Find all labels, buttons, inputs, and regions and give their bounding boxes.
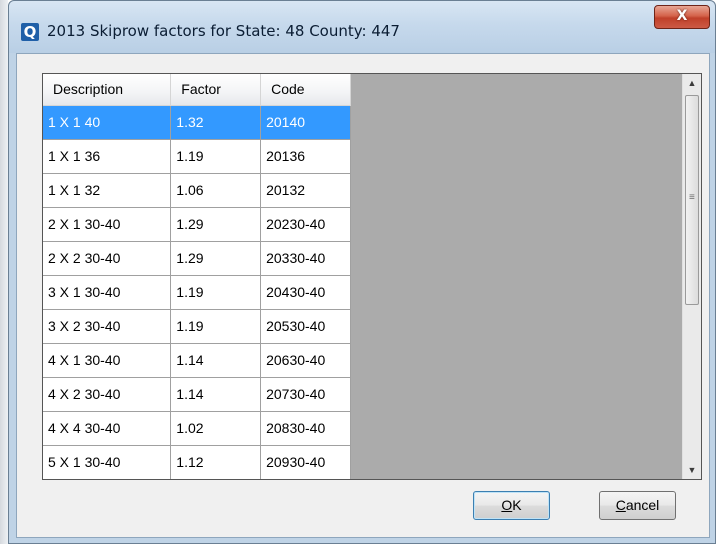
cell-code[interactable]: 20132 — [260, 173, 351, 208]
table-body: 1 X 1 40 1.32 20140 1 X 1 36 1.19 20136 1 X 1 … — [43, 105, 351, 479]
cell-factor[interactable]: 1.06 — [170, 173, 262, 208]
grid-table-area: Description Factor Code 1 X 1 40 1.32 2014… — [43, 74, 351, 479]
column-header-description[interactable]: Description — [43, 74, 172, 106]
table-row[interactable]: 1 X 1 32 1.06 20132 — [43, 173, 351, 208]
cell-description[interactable]: 1 X 1 36 — [43, 139, 172, 174]
title-bar[interactable]: Q 2013 Skiprow factors for State: 48 Cou… — [9, 1, 715, 53]
cell-factor[interactable]: 1.29 — [170, 241, 262, 276]
table-row[interactable]: 3 X 1 30-40 1.19 20430-40 — [43, 275, 351, 310]
cell-description[interactable]: 2 X 2 30-40 — [43, 241, 172, 276]
cell-factor[interactable]: 1.19 — [170, 275, 262, 310]
close-button[interactable]: X — [654, 5, 710, 29]
dialog-body: Description Factor Code 1 X 1 40 1.32 2014… — [16, 53, 710, 538]
cell-code[interactable]: 20136 — [260, 139, 351, 174]
table-row[interactable]: 1 X 1 36 1.19 20136 — [43, 139, 351, 174]
scroll-down-arrow-icon[interactable]: ▼ — [683, 461, 701, 479]
cell-factor[interactable]: 1.14 — [170, 343, 262, 378]
cancel-mnemonic: C — [615, 497, 626, 513]
cell-description[interactable]: 4 X 4 30-40 — [43, 411, 172, 446]
skiprow-factors-dialog: Q 2013 Skiprow factors for State: 48 Cou… — [8, 0, 716, 544]
cell-description[interactable]: 1 X 1 32 — [43, 173, 172, 208]
cell-factor[interactable]: 1.12 — [170, 445, 262, 479]
cell-factor[interactable]: 1.29 — [170, 207, 262, 242]
cell-factor[interactable]: 1.19 — [170, 309, 262, 344]
factors-table: Description Factor Code 1 X 1 40 1.32 2014… — [43, 74, 351, 479]
cell-code[interactable]: 20530-40 — [260, 309, 351, 344]
cell-description[interactable]: 5 X 1 30-40 — [43, 445, 172, 479]
ok-mnemonic: O — [501, 497, 513, 513]
cell-factor[interactable]: 1.32 — [170, 105, 262, 140]
cell-description[interactable]: 2 X 1 30-40 — [43, 207, 172, 242]
cell-description[interactable]: 4 X 2 30-40 — [43, 377, 172, 412]
table-row[interactable]: 5 X 1 30-40 1.12 20930-40 — [43, 445, 351, 479]
cell-code[interactable]: 20330-40 — [260, 241, 351, 276]
window-title: 2013 Skiprow factors for State: 48 Count… — [47, 22, 400, 40]
table-row[interactable]: 2 X 1 30-40 1.29 20230-40 — [43, 207, 351, 242]
scroll-grip-icon: ≡ — [689, 192, 695, 203]
scroll-up-arrow-icon[interactable]: ▲ — [683, 74, 701, 92]
cell-factor[interactable]: 1.19 — [170, 139, 262, 174]
cell-code[interactable]: 20430-40 — [260, 275, 351, 310]
ok-label-rest: K — [512, 497, 522, 513]
close-icon: X — [676, 8, 688, 24]
table-row[interactable]: 2 X 2 30-40 1.29 20330-40 — [43, 241, 351, 276]
factors-grid[interactable]: Description Factor Code 1 X 1 40 1.32 2014… — [42, 73, 702, 480]
header-row: Description Factor Code — [43, 74, 351, 106]
table-row[interactable]: 3 X 2 30-40 1.19 20530-40 — [43, 309, 351, 344]
app-logo-icon: Q — [21, 23, 39, 41]
cell-code[interactable]: 20730-40 — [260, 377, 351, 412]
cell-code[interactable]: 20230-40 — [260, 207, 351, 242]
table-row[interactable]: 4 X 2 30-40 1.14 20730-40 — [43, 377, 351, 412]
ok-button[interactable]: OK — [473, 491, 550, 520]
cancel-button[interactable]: Cancel — [599, 491, 676, 520]
cell-description[interactable]: 3 X 1 30-40 — [43, 275, 172, 310]
cell-code[interactable]: 20830-40 — [260, 411, 351, 446]
background-window-edge — [0, 0, 8, 544]
cancel-label-rest: ancel — [625, 497, 660, 513]
cell-code[interactable]: 20140 — [260, 105, 351, 140]
table-row[interactable]: 1 X 1 40 1.32 20140 — [43, 105, 351, 140]
scroll-thumb[interactable]: ≡ — [685, 95, 699, 305]
cell-description[interactable]: 4 X 1 30-40 — [43, 343, 172, 378]
cell-description[interactable]: 1 X 1 40 — [43, 105, 172, 140]
column-header-code[interactable]: Code — [260, 74, 351, 106]
cell-factor[interactable]: 1.02 — [170, 411, 262, 446]
cell-description[interactable]: 3 X 2 30-40 — [43, 309, 172, 344]
column-header-factor[interactable]: Factor — [170, 74, 262, 106]
table-row[interactable]: 4 X 1 30-40 1.14 20630-40 — [43, 343, 351, 378]
cell-factor[interactable]: 1.14 — [170, 377, 262, 412]
cell-code[interactable]: 20930-40 — [260, 445, 351, 479]
vertical-scrollbar[interactable]: ▲ ≡ ▼ — [682, 74, 701, 479]
table-row[interactable]: 4 X 4 30-40 1.02 20830-40 — [43, 411, 351, 446]
cell-code[interactable]: 20630-40 — [260, 343, 351, 378]
